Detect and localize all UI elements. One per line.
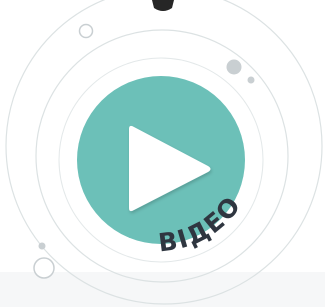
orbit-node-icon — [33, 257, 55, 279]
orbit-node-icon — [38, 242, 46, 250]
orbit-node-icon — [226, 59, 242, 75]
video-illustration: ВІДЕО — [0, 0, 325, 307]
top-dark-shape — [152, 0, 174, 11]
video-graphic: ВІДЕО — [0, 0, 325, 307]
orbit-node-icon — [78, 23, 94, 39]
orbit-node-icon — [247, 76, 255, 84]
